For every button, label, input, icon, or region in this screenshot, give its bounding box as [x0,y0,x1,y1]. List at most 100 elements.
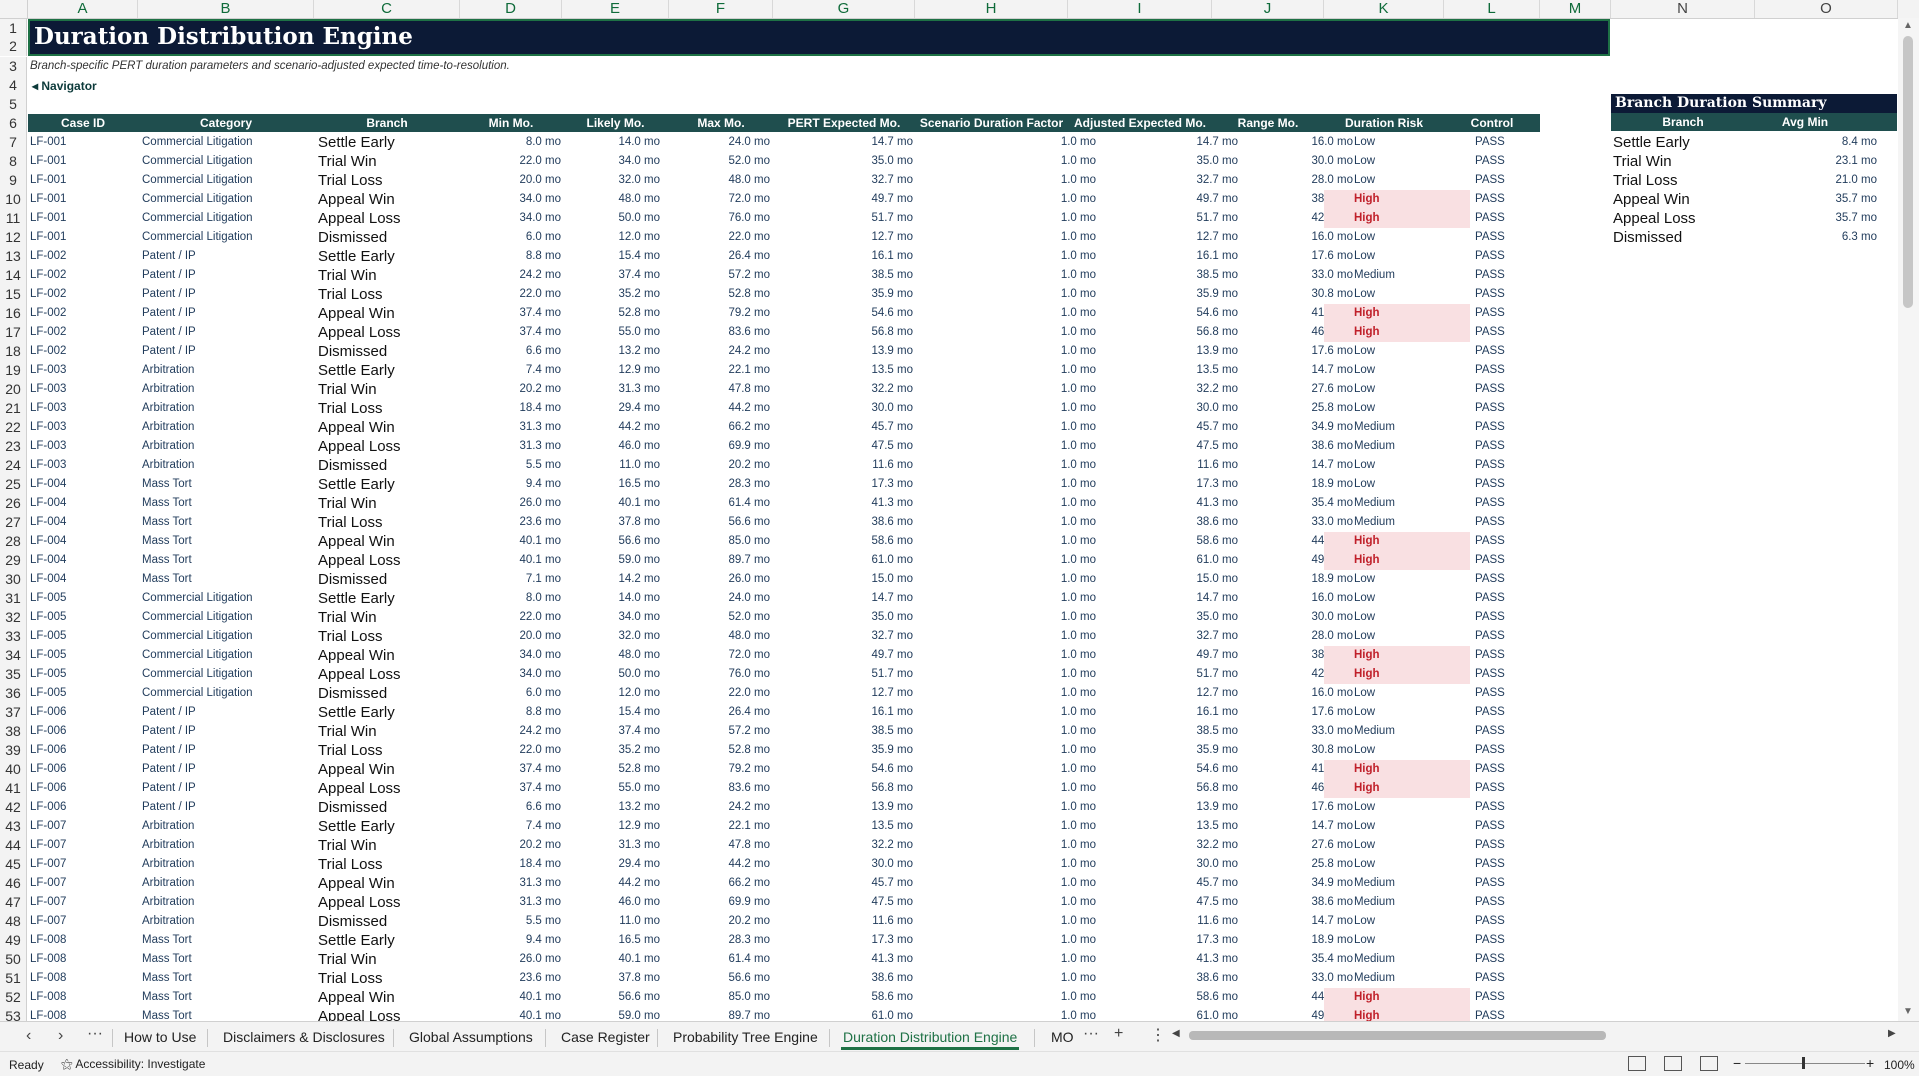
cell-max[interactable]: 22.0 mo [660,684,770,703]
cell-max[interactable]: 72.0 mo [660,646,770,665]
cell-duration-factor[interactable]: 1.0 mo [916,608,1096,627]
cell-control[interactable]: PASS [1445,703,1535,722]
cell-category[interactable]: Arbitration [142,817,312,836]
cell-likely[interactable]: 35.2 mo [563,285,660,304]
cell-min[interactable]: 9.4 mo [428,475,561,494]
cell-adjusted-expected[interactable]: 32.7 mo [1096,171,1238,190]
row-header[interactable]: 26 [0,494,27,513]
row-header[interactable]: 31 [0,589,27,608]
cell-case-id[interactable]: LF-008 [30,988,140,1007]
cell-pert-expected[interactable]: 56.8 mo [773,323,913,342]
horizontal-scroll-thumb[interactable] [1189,1031,1606,1040]
header-likely[interactable]: Likely Mo. [562,114,669,132]
cell-control[interactable]: PASS [1445,741,1535,760]
cell-duration-factor[interactable]: 1.0 mo [916,418,1096,437]
cell-min[interactable]: 23.6 mo [428,969,561,988]
cell-max[interactable]: 66.2 mo [660,874,770,893]
cell-category[interactable]: Arbitration [142,855,312,874]
summary-branch[interactable]: Appeal Loss [1613,209,1696,228]
cell-control[interactable]: PASS [1445,475,1535,494]
cell-control[interactable]: PASS [1445,836,1535,855]
cell-case-id[interactable]: LF-001 [30,190,140,209]
cell-pert-expected[interactable]: 13.9 mo [773,342,913,361]
cell-adjusted-expected[interactable]: 61.0 mo [1096,551,1238,570]
cell-min[interactable]: 26.0 mo [428,494,561,513]
cell-min[interactable]: 20.0 mo [428,171,561,190]
cell-case-id[interactable]: LF-004 [30,570,140,589]
cell-pert-expected[interactable]: 14.7 mo [773,589,913,608]
row-header[interactable]: 43 [0,817,27,836]
cell-case-id[interactable]: LF-005 [30,589,140,608]
cell-likely[interactable]: 32.0 mo [563,171,660,190]
sheet-options-icon[interactable]: ⋮ [1150,1025,1166,1045]
scroll-up-icon[interactable]: ▲ [1903,20,1913,31]
cell-min[interactable]: 23.6 mo [428,513,561,532]
cell-pert-expected[interactable]: 16.1 mo [773,247,913,266]
cell-category[interactable]: Mass Tort [142,551,312,570]
cell-pert-expected[interactable]: 38.6 mo [773,969,913,988]
cell-duration-factor[interactable]: 1.0 mo [916,437,1096,456]
cell-case-id[interactable]: LF-008 [30,950,140,969]
cell-control[interactable]: PASS [1445,418,1535,437]
cell-duration-factor[interactable]: 1.0 mo [916,779,1096,798]
summary-branch[interactable]: Settle Early [1613,133,1690,152]
cell-max[interactable]: 22.1 mo [660,817,770,836]
cell-min[interactable]: 20.2 mo [428,836,561,855]
cell-control[interactable]: PASS [1445,323,1535,342]
cell-likely[interactable]: 50.0 mo [563,665,660,684]
cell-duration-factor[interactable]: 1.0 mo [916,133,1096,152]
cell-max[interactable]: 28.3 mo [660,475,770,494]
cell-pert-expected[interactable]: 38.5 mo [773,266,913,285]
select-all-corner[interactable] [0,0,28,18]
cell-control[interactable]: PASS [1445,988,1535,1007]
cell-duration-factor[interactable]: 1.0 mo [916,912,1096,931]
summary-avg-min[interactable]: 8.4 mo [1731,133,1877,152]
summary-avg-min[interactable]: 35.7 mo [1731,190,1877,209]
cell-case-id[interactable]: LF-004 [30,494,140,513]
cell-adjusted-expected[interactable]: 47.5 mo [1096,893,1238,912]
row-header[interactable]: 24 [0,456,27,475]
cell-pert-expected[interactable]: 54.6 mo [773,304,913,323]
cell-pert-expected[interactable]: 35.0 mo [773,608,913,627]
col-header-a[interactable]: A [28,0,138,18]
cell-category[interactable]: Arbitration [142,437,312,456]
header-risk[interactable]: Duration Risk [1324,114,1444,132]
cell-likely[interactable]: 29.4 mo [563,399,660,418]
cell-case-id[interactable]: LF-008 [30,969,140,988]
cell-case-id[interactable]: LF-001 [30,209,140,228]
accessibility-status[interactable]: ⚝ Accessibility: Investigate [61,1057,205,1072]
tab-prev-icon[interactable]: ‹ [26,1027,31,1045]
cell-category[interactable]: Arbitration [142,399,312,418]
cell-case-id[interactable]: LF-007 [30,836,140,855]
cell-adjusted-expected[interactable]: 38.5 mo [1096,722,1238,741]
summary-branch[interactable]: Trial Loss [1613,171,1677,190]
cell-max[interactable]: 52.0 mo [660,152,770,171]
cell-adjusted-expected[interactable]: 13.9 mo [1096,342,1238,361]
row-header[interactable]: 51 [0,969,27,988]
cell-category[interactable]: Arbitration [142,418,312,437]
cell-control[interactable]: PASS [1445,684,1535,703]
row-header[interactable]: 22 [0,418,27,437]
normal-view-icon[interactable] [1628,1056,1646,1071]
cell-adjusted-expected[interactable]: 11.6 mo [1096,456,1238,475]
cell-min[interactable]: 6.6 mo [428,798,561,817]
cell-pert-expected[interactable]: 30.0 mo [773,399,913,418]
cell-adjusted-expected[interactable]: 35.9 mo [1096,741,1238,760]
cell-adjusted-expected[interactable]: 38.5 mo [1096,266,1238,285]
cell-control[interactable]: PASS [1445,969,1535,988]
row-header[interactable]: 30 [0,570,27,589]
cell-max[interactable]: 47.8 mo [660,380,770,399]
tab-global-assumptions[interactable]: Global Assumptions [409,1029,533,1045]
row-header[interactable]: 48 [0,912,27,931]
row-header[interactable]: 17 [0,323,27,342]
cell-duration-factor[interactable]: 1.0 mo [916,494,1096,513]
cell-case-id[interactable]: LF-005 [30,646,140,665]
cell-case-id[interactable]: LF-005 [30,665,140,684]
cell-pert-expected[interactable]: 16.1 mo [773,703,913,722]
cell-min[interactable]: 37.4 mo [428,304,561,323]
cell-duration-factor[interactable]: 1.0 mo [916,304,1096,323]
cell-control[interactable]: PASS [1445,589,1535,608]
cell-pert-expected[interactable]: 61.0 mo [773,551,913,570]
cell-max[interactable]: 24.2 mo [660,342,770,361]
cell-category[interactable]: Commercial Litigation [142,152,312,171]
